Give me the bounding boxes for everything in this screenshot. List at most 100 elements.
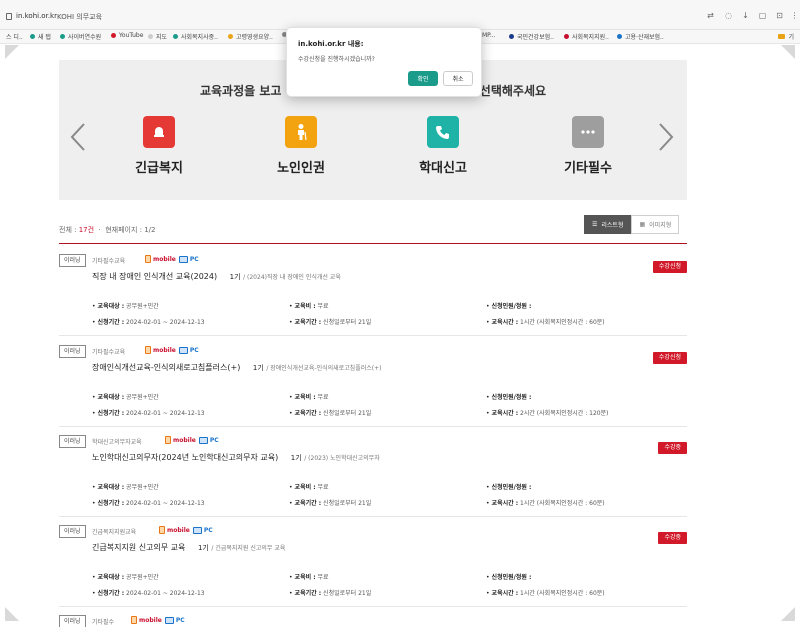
course-title[interactable]: 장애인식개선교육-인식의새로고침플러스(+) 1기 / 장애인식개선교육-인식의… bbox=[92, 362, 381, 373]
image-view-button[interactable]: ▦ 이미지형 bbox=[631, 215, 680, 234]
category-other-required[interactable]: 기타필수 bbox=[548, 116, 628, 176]
course-duration: • 교육기간 : 신청일로부터 21일 bbox=[289, 500, 372, 507]
course-item: 이러닝 긴급복지지원교육 mobile PC 긴급복지지원 신고의무 교육 1기… bbox=[59, 525, 687, 607]
translate-icon[interactable]: ⇄ bbox=[706, 11, 715, 20]
course-applicants: • 신청인원/정원 : bbox=[486, 574, 532, 581]
course-fee: • 교육비 : 무료 bbox=[289, 484, 329, 491]
bookmark-item[interactable]: 지도 bbox=[148, 32, 167, 41]
course-item: 이러닝 기타필수교육 mobile PC 직장 내 장애인 인식개선 교육(20… bbox=[59, 254, 687, 336]
screenshot-icon[interactable]: ⊡ bbox=[775, 11, 784, 20]
course-item: 이러닝 기타필수교육 mobile PC 장애인식개선교육-인식의새로고침플러스… bbox=[59, 345, 687, 427]
course-period: • 신청기간 : 2024-02-01 ~ 2024-12-13 bbox=[92, 410, 205, 417]
dialog-title: in.kohi.or.kr 내용: bbox=[298, 40, 364, 48]
course-applicants: • 신청인원/정원 : bbox=[486, 394, 532, 401]
list-view-button[interactable]: ☰ 리스트형 bbox=[584, 215, 632, 234]
pc-icon bbox=[198, 436, 208, 444]
bookmark-item[interactable]: 사이버연수원 bbox=[60, 32, 101, 41]
confirm-dialog: in.kohi.or.kr 내용: 수강신청을 진행하시겠습니까? 확인 취소 bbox=[286, 27, 482, 97]
pc-icon bbox=[164, 616, 174, 624]
course-hours: • 교육시간 : 1시간 (사회복지인정시간 : 60분) bbox=[486, 590, 605, 597]
course-title[interactable]: 노인학대신고의무자(2024년 노인학대신고의무자 교육) 1기 / (2023… bbox=[92, 452, 380, 463]
mobile-icon bbox=[131, 616, 137, 624]
course-category: 기타필수교육 bbox=[92, 258, 126, 265]
course-item: 이러닝 기타필수 mobile PC bbox=[59, 615, 687, 627]
category-emergency-welfare[interactable]: 긴급복지 bbox=[119, 116, 199, 176]
course-period: • 신청기간 : 2024-02-01 ~ 2024-12-13 bbox=[92, 500, 205, 507]
bookmark-icon bbox=[173, 34, 178, 39]
view-toggle: ☰ 리스트형 ▦ 이미지형 bbox=[584, 215, 680, 234]
url-text[interactable]: in.kohi.or.kr bbox=[16, 12, 57, 20]
enroll-button[interactable]: 수강신청 bbox=[652, 261, 687, 273]
course-target: • 교육대상 : 공무원+민간 bbox=[92, 484, 159, 491]
youtube-icon bbox=[111, 33, 116, 38]
course-period: • 신청기간 : 2024-02-01 ~ 2024-12-13 bbox=[92, 319, 205, 326]
pc-icon bbox=[192, 526, 202, 534]
course-target: • 교육대상 : 공무원+민간 bbox=[92, 574, 159, 581]
bookmark-item[interactable]: 스 디.. bbox=[6, 32, 23, 41]
course-applicants: • 신청인원/정원 : bbox=[486, 484, 532, 491]
list-summary: 전체 : 17건 · 현재페이지 : 1/2 bbox=[59, 226, 156, 234]
course-title[interactable]: 직장 내 장애인 인식개선 교육(2024) 1기 / (2024)직장 내 장… bbox=[92, 271, 341, 282]
mobile-icon bbox=[165, 436, 171, 444]
browser-window: in.kohi.or.kr KOHI 의무교육 ⇄ ◌ ↓ ▢ ⊡ ⋮ 스 디.… bbox=[0, 0, 800, 627]
bookmark-item[interactable]: 국민건강보험.. bbox=[509, 32, 554, 41]
course-devices: mobile PC bbox=[145, 255, 199, 263]
course-category: 기타필수교육 bbox=[92, 349, 126, 356]
bookmark-item[interactable]: MP... bbox=[482, 32, 496, 39]
prev-arrow-icon[interactable] bbox=[69, 122, 87, 152]
next-arrow-icon[interactable] bbox=[657, 122, 675, 152]
extension-icon[interactable]: ◌ bbox=[724, 11, 733, 20]
cancel-button[interactable]: 취소 bbox=[443, 71, 473, 86]
course-type-badge: 이러닝 bbox=[59, 254, 86, 267]
address-bar: in.kohi.or.kr KOHI 의무교육 ⇄ ◌ ↓ ▢ ⊡ ⋮ bbox=[0, 0, 800, 30]
enroll-button[interactable]: 수강중 bbox=[658, 532, 687, 544]
map-icon bbox=[148, 34, 153, 39]
bookmark-item[interactable]: 고용·산재보험.. bbox=[617, 32, 664, 41]
course-devices: mobile PC bbox=[145, 346, 199, 354]
course-type-badge: 이러닝 bbox=[59, 525, 86, 538]
bookmark-item[interactable]: 고령영생요양.. bbox=[228, 32, 273, 41]
course-hours: • 교육시간 : 2시간 (사회복지인정시간 : 120분) bbox=[486, 410, 609, 417]
course-devices: mobile PC bbox=[165, 436, 219, 444]
bookmark-item[interactable]: YouTube bbox=[111, 32, 143, 39]
bookmark-icon bbox=[60, 34, 65, 39]
tab-title: KOHI 의무교육 bbox=[57, 13, 103, 21]
window-icon[interactable]: ▢ bbox=[758, 11, 767, 20]
bookmark-item[interactable]: 사회복지지원.. bbox=[564, 32, 609, 41]
course-hours: • 교육시간 : 1시간 (사회복지인정시간 : 60분) bbox=[486, 500, 605, 507]
course-period: • 신청기간 : 2024-02-01 ~ 2024-12-13 bbox=[92, 590, 205, 597]
course-duration: • 교육기간 : 신청일로부터 21일 bbox=[289, 319, 372, 326]
category-abuse-report[interactable]: 학대신고 bbox=[403, 116, 483, 176]
bookmark-folder[interactable]: 기 bbox=[778, 32, 794, 41]
course-type-badge: 이러닝 bbox=[59, 615, 86, 627]
course-fee: • 교육비 : 무료 bbox=[289, 574, 329, 581]
enroll-button[interactable]: 수강신청 bbox=[652, 352, 687, 364]
course-devices: mobile PC bbox=[131, 616, 185, 624]
bookmark-item[interactable]: 새 탭 bbox=[30, 32, 51, 41]
course-fee: • 교육비 : 무료 bbox=[289, 394, 329, 401]
download-icon[interactable]: ↓ bbox=[741, 11, 750, 20]
ok-button[interactable]: 확인 bbox=[408, 71, 438, 86]
bookmark-icon bbox=[509, 34, 514, 39]
bookmark-item[interactable]: 사회복지사중.. bbox=[173, 32, 218, 41]
enroll-button[interactable]: 수강중 bbox=[658, 442, 687, 454]
scroll-corner-decor bbox=[781, 45, 795, 59]
category-elder-rights[interactable]: 노인인권 bbox=[261, 116, 341, 176]
list-icon: ☰ bbox=[592, 221, 598, 228]
course-category: 기타필수 bbox=[92, 619, 115, 626]
phone-icon bbox=[427, 116, 459, 148]
mobile-icon bbox=[145, 346, 151, 354]
bookmark-icon bbox=[30, 34, 35, 39]
bell-icon bbox=[143, 116, 175, 148]
course-target: • 교육대상 : 공무원+민간 bbox=[92, 394, 159, 401]
scroll-corner-decor bbox=[5, 607, 19, 621]
elderly-icon bbox=[285, 116, 317, 148]
course-type-badge: 이러닝 bbox=[59, 345, 86, 358]
menu-icon[interactable]: ⋮ bbox=[790, 11, 799, 20]
course-title[interactable]: 긴급복지지원 신고의무 교육 1기 / 긴급복지지원 신고의무 교육 bbox=[92, 542, 285, 553]
course-category: 긴급복지지원교육 bbox=[92, 529, 137, 536]
bookmark-icon bbox=[564, 34, 569, 39]
course-category: 학대신고의무자교육 bbox=[92, 439, 142, 446]
list-divider bbox=[59, 243, 687, 244]
lock-icon bbox=[6, 13, 12, 20]
